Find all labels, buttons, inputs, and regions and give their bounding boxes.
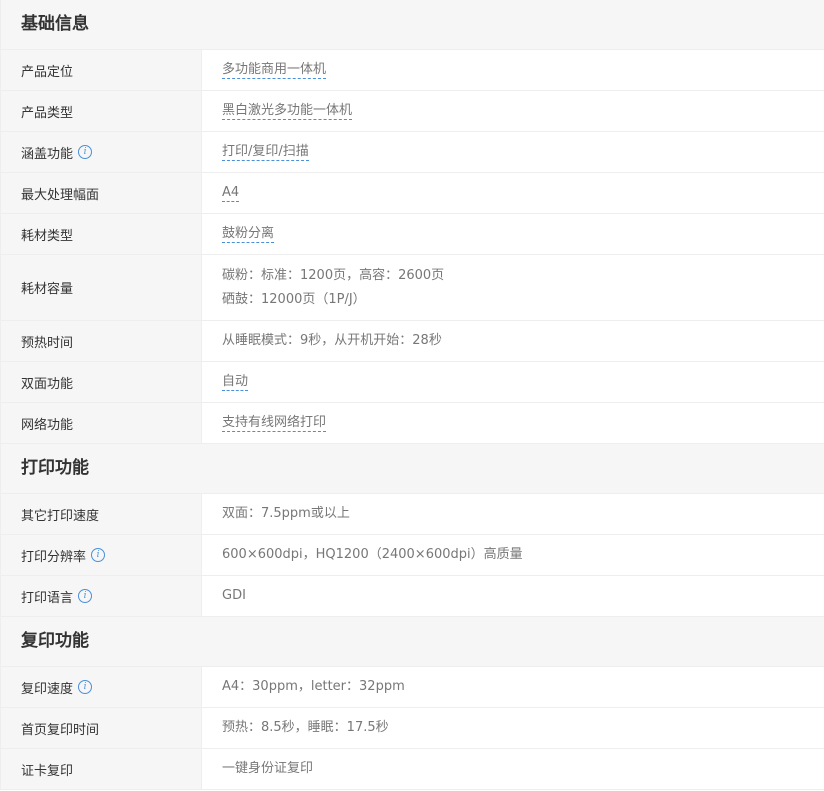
spec-value-link[interactable]: 打印/复印/扫描 xyxy=(222,143,309,161)
spec-value-link[interactable]: 自动 xyxy=(222,373,249,391)
spec-label: 双面功能 xyxy=(1,362,202,402)
spec-table: 基础信息 产品定位 多功能商用一体机 产品类型 黑白激光多功能一体机 涵盖功能 … xyxy=(0,0,824,790)
spec-value: 鼓粉分离 xyxy=(202,214,824,254)
spec-label-text: 产品类型 xyxy=(21,105,74,121)
spec-value: 一键身份证复印 xyxy=(202,749,824,789)
spec-label-text: 预热时间 xyxy=(21,335,74,351)
spec-value-text: 双面：7.5ppm或以上 xyxy=(222,506,350,521)
spec-label: 涵盖功能 i xyxy=(1,132,202,172)
spec-label-text: 产品定位 xyxy=(21,64,74,80)
spec-row: 网络功能 支持有线网络打印 xyxy=(1,403,824,444)
spec-label: 打印语言 i xyxy=(1,576,202,616)
spec-label-text: 双面功能 xyxy=(21,376,74,392)
spec-value-text: 600×600dpi，HQ1200（2400×600dpi）高质量 xyxy=(222,547,523,562)
spec-row: 耗材容量 碳粉：标准：1200页，高容：2600页 硒鼓：12000页（1P/J… xyxy=(1,255,824,321)
spec-row: 产品类型 黑白激光多功能一体机 xyxy=(1,91,824,132)
spec-value-link[interactable]: 多功能商用一体机 xyxy=(222,61,327,79)
spec-value: GDI xyxy=(202,576,824,616)
spec-label-text: 证卡复印 xyxy=(21,763,74,779)
section-header-print: 打印功能 xyxy=(1,444,824,494)
spec-label-text: 打印语言 xyxy=(21,590,74,606)
spec-label: 打印分辨率 i xyxy=(1,535,202,575)
spec-label-text: 涵盖功能 xyxy=(21,146,74,162)
spec-label-text: 其它打印速度 xyxy=(21,508,100,524)
spec-label: 预热时间 xyxy=(1,321,202,361)
spec-value-text: 从睡眠模式：9秒，从开机开始：28秒 xyxy=(222,333,442,348)
spec-row: 证卡复印 一键身份证复印 xyxy=(1,749,824,790)
spec-label-text: 耗材类型 xyxy=(21,228,74,244)
spec-row: 打印分辨率 i 600×600dpi，HQ1200（2400×600dpi）高质… xyxy=(1,535,824,576)
spec-row: 产品定位 多功能商用一体机 xyxy=(1,50,824,91)
spec-value: 600×600dpi，HQ1200（2400×600dpi）高质量 xyxy=(202,535,824,575)
spec-row: 打印语言 i GDI xyxy=(1,576,824,617)
spec-value: 碳粉：标准：1200页，高容：2600页 硒鼓：12000页（1P/J） xyxy=(202,255,824,320)
spec-value: 自动 xyxy=(202,362,824,402)
spec-label: 耗材类型 xyxy=(1,214,202,254)
spec-row: 复印速度 i A4：30ppm，letter：32ppm xyxy=(1,667,824,708)
spec-value-line: 硒鼓：12000页（1P/J） xyxy=(222,291,366,307)
spec-value-line: 碳粉：标准：1200页，高容：2600页 xyxy=(222,267,445,283)
spec-value-text: A4：30ppm，letter：32ppm xyxy=(222,679,405,694)
spec-value: A4：30ppm，letter：32ppm xyxy=(202,667,824,707)
spec-row: 耗材类型 鼓粉分离 xyxy=(1,214,824,255)
spec-row: 首页复印时间 预热：8.5秒，睡眠：17.5秒 xyxy=(1,708,824,749)
spec-row: 最大处理幅面 A4 xyxy=(1,173,824,214)
spec-label: 最大处理幅面 xyxy=(1,173,202,213)
spec-value: 从睡眠模式：9秒，从开机开始：28秒 xyxy=(202,321,824,361)
spec-value: 预热：8.5秒，睡眠：17.5秒 xyxy=(202,708,824,748)
spec-label: 产品定位 xyxy=(1,50,202,90)
spec-label-text: 复印速度 xyxy=(21,681,74,697)
spec-value: 双面：7.5ppm或以上 xyxy=(202,494,824,534)
spec-value-link[interactable]: 鼓粉分离 xyxy=(222,225,275,243)
spec-label: 复印速度 i xyxy=(1,667,202,707)
spec-value-text: 预热：8.5秒，睡眠：17.5秒 xyxy=(222,720,389,735)
spec-label: 其它打印速度 xyxy=(1,494,202,534)
section-header-copy: 复印功能 xyxy=(1,617,824,667)
spec-value-link[interactable]: 支持有线网络打印 xyxy=(222,414,327,432)
spec-label: 产品类型 xyxy=(1,91,202,131)
section-header-basic: 基础信息 xyxy=(1,0,824,50)
info-icon[interactable]: i xyxy=(78,680,93,694)
spec-row: 双面功能 自动 xyxy=(1,362,824,403)
spec-row: 涵盖功能 i 打印/复印/扫描 xyxy=(1,132,824,173)
info-icon[interactable]: i xyxy=(91,548,106,562)
spec-value-text: GDI xyxy=(222,588,246,603)
spec-label-text: 首页复印时间 xyxy=(21,722,100,738)
spec-label: 首页复印时间 xyxy=(1,708,202,748)
info-icon[interactable]: i xyxy=(78,145,93,159)
spec-label: 耗材容量 xyxy=(1,255,202,320)
spec-label: 网络功能 xyxy=(1,403,202,443)
spec-value: 黑白激光多功能一体机 xyxy=(202,91,824,131)
spec-value: 多功能商用一体机 xyxy=(202,50,824,90)
spec-value-link[interactable]: A4 xyxy=(222,184,240,202)
spec-row: 预热时间 从睡眠模式：9秒，从开机开始：28秒 xyxy=(1,321,824,362)
spec-label-text: 打印分辨率 xyxy=(21,549,87,565)
spec-value-text: 一键身份证复印 xyxy=(222,761,314,776)
spec-value: 打印/复印/扫描 xyxy=(202,132,824,172)
spec-label-text: 网络功能 xyxy=(21,417,74,433)
spec-label-text: 耗材容量 xyxy=(21,282,74,297)
spec-row: 其它打印速度 双面：7.5ppm或以上 xyxy=(1,494,824,535)
spec-label-text: 最大处理幅面 xyxy=(21,187,100,203)
spec-value: A4 xyxy=(202,173,824,213)
spec-label: 证卡复印 xyxy=(1,749,202,789)
info-icon[interactable]: i xyxy=(78,589,93,603)
spec-value: 支持有线网络打印 xyxy=(202,403,824,443)
spec-value-link[interactable]: 黑白激光多功能一体机 xyxy=(222,102,353,120)
